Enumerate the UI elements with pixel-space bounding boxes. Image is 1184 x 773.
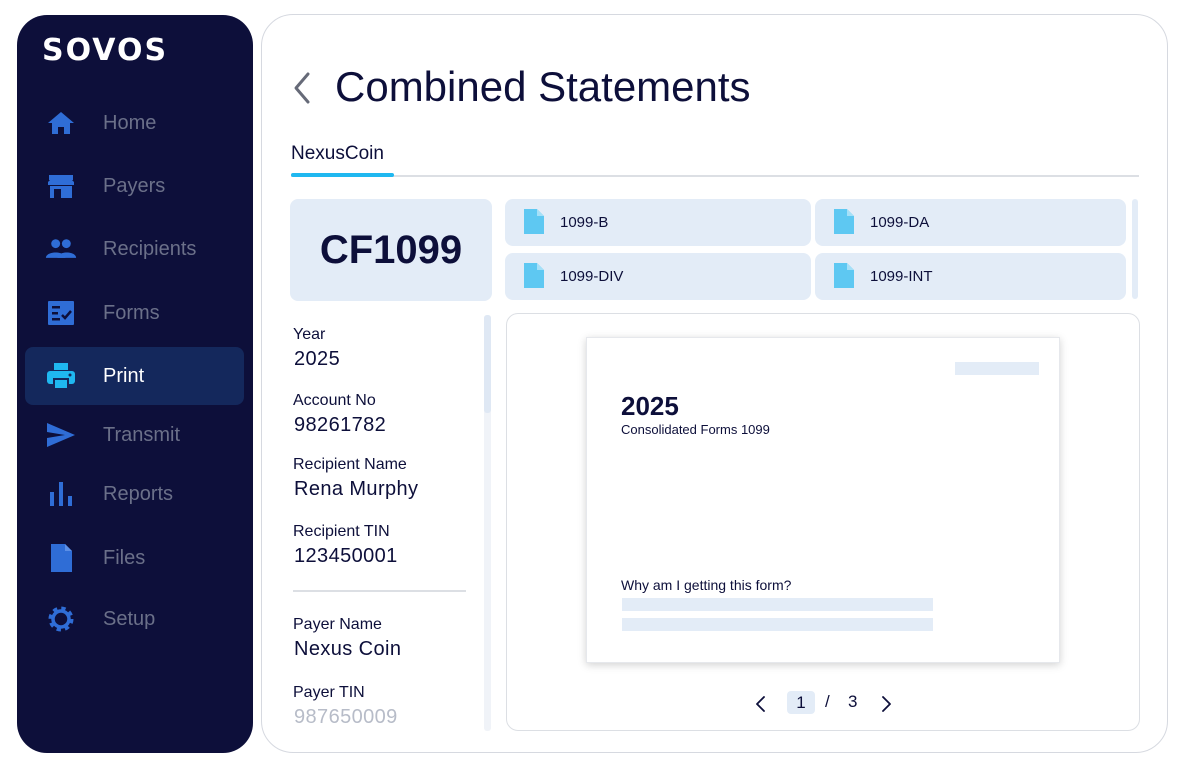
tab-divider xyxy=(291,175,1139,177)
payer-name-value: Nexus Coin xyxy=(294,638,402,660)
form-code-card: CF1099 xyxy=(290,199,492,301)
sidebar-item-print[interactable]: Print xyxy=(25,347,244,405)
form-chip-1099-b[interactable]: 1099-B xyxy=(505,199,811,246)
year-label: Year xyxy=(293,326,326,343)
people-icon xyxy=(45,239,77,258)
placeholder-line xyxy=(622,598,933,611)
placeholder-line xyxy=(622,618,933,631)
payer-name-label: Payer Name xyxy=(293,616,382,633)
main-panel: Combined Statements NexusCoin CF1099 109… xyxy=(261,14,1168,753)
preview-subtitle: Consolidated Forms 1099 xyxy=(621,422,770,437)
previous-page-button[interactable] xyxy=(754,694,768,714)
sidebar-item-home[interactable]: Home xyxy=(25,94,244,152)
recipient-tin-value: 123450001 xyxy=(294,545,398,567)
preview-year: 2025 xyxy=(621,391,679,421)
document-icon xyxy=(834,263,854,288)
details-divider xyxy=(293,590,466,592)
home-icon xyxy=(48,112,74,134)
details-scrollbar-thumb[interactable] xyxy=(484,315,491,413)
sidebar-item-label: Home xyxy=(103,111,157,134)
recipient-name-label: Recipient Name xyxy=(293,456,407,473)
sidebar-item-recipients[interactable]: Recipients xyxy=(25,220,244,278)
document-icon xyxy=(834,209,854,234)
form-chip-label: 1099-DIV xyxy=(560,268,624,285)
form-chip-label: 1099-B xyxy=(560,214,609,231)
payer-tin-value: 987650009 xyxy=(294,706,398,726)
account-label: Account No xyxy=(293,392,376,409)
sidebar-item-label: Files xyxy=(103,546,146,569)
store-icon xyxy=(48,175,74,198)
sidebar-item-label: Reports xyxy=(103,482,174,505)
sidebar-item-label: Transmit xyxy=(103,423,181,446)
back-button[interactable] xyxy=(290,71,314,105)
total-pages: 3 xyxy=(848,692,858,711)
tab-nexuscoin[interactable]: NexusCoin xyxy=(291,143,384,165)
sidebar-item-setup[interactable]: Setup xyxy=(25,590,244,648)
recipient-tin-label: Recipient TIN xyxy=(293,523,390,540)
sidebar-item-label: Forms xyxy=(103,301,160,324)
year-value: 2025 xyxy=(294,348,341,370)
sidebar-item-label: Recipients xyxy=(103,237,197,260)
gear-icon xyxy=(48,606,74,632)
preview-page: 2025 Consolidated Forms 1099 Why am I ge… xyxy=(586,337,1060,663)
sidebar-item-label: Print xyxy=(103,364,145,387)
send-icon xyxy=(47,423,75,447)
recipient-name-value: Rena Murphy xyxy=(294,478,419,500)
placeholder-bar xyxy=(955,362,1039,375)
form-chip-1099-da[interactable]: 1099-DA xyxy=(815,199,1126,246)
sidebar-item-reports[interactable]: Reports xyxy=(25,465,244,523)
current-page[interactable]: 1 xyxy=(787,691,815,714)
document-preview: 2025 Consolidated Forms 1099 Why am I ge… xyxy=(506,313,1140,731)
sidebar-item-payers[interactable]: Payers xyxy=(25,157,244,215)
page-title: Combined Statements xyxy=(335,63,751,110)
preview-question: Why am I getting this form? xyxy=(621,577,792,593)
form-chip-1099-div[interactable]: 1099-DIV xyxy=(505,253,811,300)
document-icon xyxy=(524,209,544,234)
sidebar-item-files[interactable]: Files xyxy=(25,529,244,587)
sidebar: SOVOS Home Payers Recipients Forms Print… xyxy=(17,15,253,753)
next-page-button[interactable] xyxy=(879,694,893,714)
active-tab-indicator xyxy=(291,173,394,177)
chips-scrollbar[interactable] xyxy=(1132,199,1138,299)
sidebar-item-label: Setup xyxy=(103,607,156,630)
form-chip-label: 1099-DA xyxy=(870,214,930,231)
form-chip-label: 1099-INT xyxy=(870,268,933,285)
sidebar-item-label: Payers xyxy=(103,174,166,197)
payer-tin-label: Payer TIN xyxy=(293,684,365,701)
bar-chart-icon xyxy=(50,482,72,506)
sidebar-item-transmit[interactable]: Transmit xyxy=(25,406,244,464)
document-icon xyxy=(524,263,544,288)
page-separator: / xyxy=(825,692,830,711)
form-chip-1099-int[interactable]: 1099-INT xyxy=(815,253,1126,300)
sovos-logo: SOVOS xyxy=(42,33,169,68)
sidebar-item-forms[interactable]: Forms xyxy=(25,284,244,342)
account-value: 98261782 xyxy=(294,414,387,436)
printer-icon xyxy=(47,363,75,390)
checklist-icon xyxy=(48,301,74,325)
file-icon xyxy=(51,544,72,572)
